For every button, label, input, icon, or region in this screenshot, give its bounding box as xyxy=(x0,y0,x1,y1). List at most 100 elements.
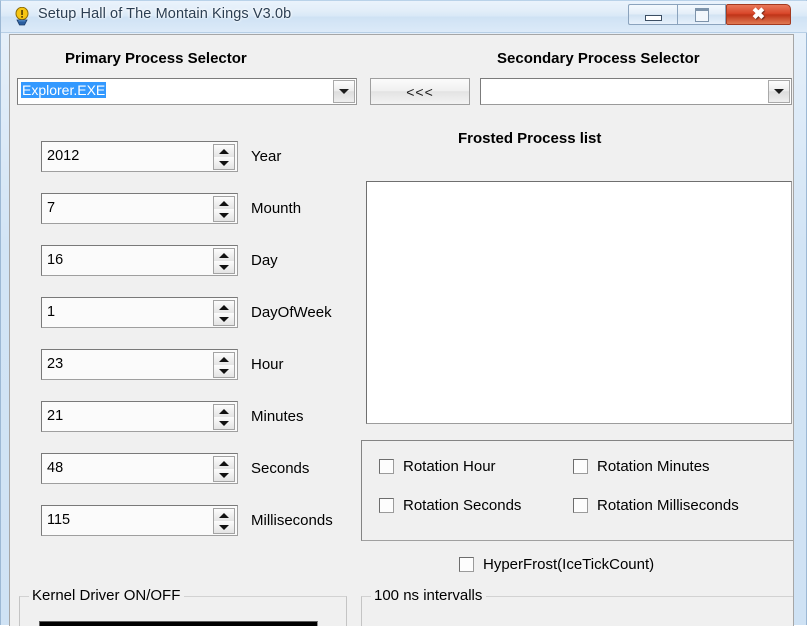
bulb-icon xyxy=(15,7,29,26)
triangle-down-icon xyxy=(219,524,229,530)
client-area: Primary Process Selector Secondary Proce… xyxy=(9,34,794,626)
day-field[interactable]: 16 xyxy=(41,245,238,276)
year-label: Year xyxy=(251,148,282,165)
triangle-down-icon xyxy=(219,264,229,270)
checkbox-hyperfrost[interactable]: HyperFrost(IceTickCount) xyxy=(459,556,654,573)
year-field[interactable]: 2012 xyxy=(41,141,238,172)
triangle-up-icon xyxy=(219,408,229,414)
year-step-down[interactable] xyxy=(214,157,234,169)
hour-field[interactable]: 23 xyxy=(41,349,238,380)
minutes-value: 21 xyxy=(47,408,64,424)
close-icon: ✖ xyxy=(751,5,766,23)
hour-value: 23 xyxy=(47,356,64,372)
seconds-stepper[interactable] xyxy=(213,456,235,482)
dayofweek-field[interactable]: 1 xyxy=(41,297,238,328)
secondary-process-selector-header: Secondary Process Selector xyxy=(497,50,700,67)
maximize-button[interactable] xyxy=(677,4,726,25)
secondary-process-dropdown-button[interactable] xyxy=(768,80,790,103)
frosted-process-list-header: Frosted Process list xyxy=(458,130,602,147)
milliseconds-label: Milliseconds xyxy=(251,512,333,529)
checkbox-icon xyxy=(459,557,474,572)
primary-process-value: Explorer.EXE xyxy=(21,82,107,98)
minutes-label: Minutes xyxy=(251,408,304,425)
milliseconds-value: 115 xyxy=(47,512,71,528)
mounth-step-down[interactable] xyxy=(214,209,234,221)
day-value: 16 xyxy=(47,252,64,268)
checkbox-icon xyxy=(573,498,588,513)
intervals-group: 100 ns intervalls Intervals Froster ON/O… xyxy=(361,587,793,626)
year-stepper[interactable] xyxy=(213,144,235,170)
checkbox-rotation-hour[interactable]: Rotation Hour xyxy=(379,458,496,475)
dayofweek-step-up[interactable] xyxy=(214,301,234,313)
day-step-up[interactable] xyxy=(214,249,234,261)
mounth-value: 7 xyxy=(47,200,56,216)
seconds-step-up[interactable] xyxy=(214,457,234,469)
primary-process-dropdown-button[interactable] xyxy=(333,80,355,103)
triangle-up-icon xyxy=(219,252,229,258)
mounth-step-up[interactable] xyxy=(214,197,234,209)
dayofweek-stepper[interactable] xyxy=(213,300,235,326)
hour-step-down[interactable] xyxy=(214,365,234,377)
seconds-step-down[interactable] xyxy=(214,469,234,481)
triangle-down-icon xyxy=(219,472,229,478)
checkbox-rotation-seconds-label: Rotation Seconds xyxy=(403,497,522,514)
milliseconds-step-down[interactable] xyxy=(214,521,234,533)
checkbox-icon xyxy=(379,459,394,474)
triangle-down-icon xyxy=(219,420,229,426)
minimize-icon xyxy=(644,15,662,21)
mounth-field[interactable]: 7 xyxy=(41,193,238,224)
triangle-down-icon xyxy=(219,316,229,322)
triangle-up-icon xyxy=(219,200,229,206)
primary-process-combobox[interactable]: Explorer.EXE xyxy=(17,78,357,105)
triangle-up-icon xyxy=(219,460,229,466)
triangle-down-icon xyxy=(219,160,229,166)
milliseconds-field[interactable]: 115 xyxy=(41,505,238,536)
title-bar: Setup Hall of The Montain Kings V3.0b ✖ xyxy=(1,1,807,33)
seconds-label: Seconds xyxy=(251,460,310,477)
primary-process-selector-header: Primary Process Selector xyxy=(65,50,247,67)
milliseconds-step-up[interactable] xyxy=(214,509,234,521)
checkbox-rotation-seconds[interactable]: Rotation Seconds xyxy=(379,497,521,514)
triangle-up-icon xyxy=(219,356,229,362)
day-stepper[interactable] xyxy=(213,248,235,274)
checkbox-hyperfrost-label: HyperFrost(IceTickCount) xyxy=(483,556,655,573)
seconds-field[interactable]: 48 xyxy=(41,453,238,484)
close-button[interactable]: ✖ xyxy=(726,4,791,25)
minutes-field[interactable]: 21 xyxy=(41,401,238,432)
day-step-down[interactable] xyxy=(214,261,234,273)
dayofweek-label: DayOfWeek xyxy=(251,304,332,321)
triangle-up-icon xyxy=(219,148,229,154)
hour-step-up[interactable] xyxy=(214,353,234,365)
window-title: Setup Hall of The Montain Kings V3.0b xyxy=(38,6,292,22)
dayofweek-step-down[interactable] xyxy=(214,313,234,325)
minutes-step-down[interactable] xyxy=(214,417,234,429)
year-value: 2012 xyxy=(47,148,80,164)
triangle-down-icon xyxy=(219,212,229,218)
kernel-driver-group: Kernel Driver ON/OFF DRIVER OFF xyxy=(19,587,347,626)
checkbox-rotation-minutes-label: Rotation Minutes xyxy=(597,458,710,475)
chevron-down-icon xyxy=(774,89,784,94)
milliseconds-stepper[interactable] xyxy=(213,508,235,534)
minimize-button[interactable] xyxy=(628,4,677,25)
checkbox-rotation-milliseconds-label: Rotation Milliseconds xyxy=(597,497,739,514)
dayofweek-value: 1 xyxy=(47,304,56,320)
minutes-step-up[interactable] xyxy=(214,405,234,417)
year-step-up[interactable] xyxy=(214,145,234,157)
day-label: Day xyxy=(251,252,278,269)
checkbox-rotation-milliseconds[interactable]: Rotation Milliseconds xyxy=(573,497,739,514)
application-window: Setup Hall of The Montain Kings V3.0b ✖ … xyxy=(0,0,807,626)
driver-status-display: DRIVER OFF xyxy=(39,621,318,626)
secondary-process-combobox[interactable] xyxy=(480,78,792,105)
rotation-options-panel: Rotation Hour Rotation Minutes Rotation … xyxy=(361,440,793,541)
checkbox-rotation-minutes[interactable]: Rotation Minutes xyxy=(573,458,710,475)
frosted-process-listbox[interactable] xyxy=(366,181,792,424)
triangle-down-icon xyxy=(219,368,229,374)
seconds-value: 48 xyxy=(47,460,64,476)
triangle-up-icon xyxy=(219,304,229,310)
hour-label: Hour xyxy=(251,356,284,373)
hour-stepper[interactable] xyxy=(213,352,235,378)
maximize-icon xyxy=(694,7,709,22)
transfer-left-button[interactable]: <<< xyxy=(370,78,470,105)
minutes-stepper[interactable] xyxy=(213,404,235,430)
mounth-stepper[interactable] xyxy=(213,196,235,222)
